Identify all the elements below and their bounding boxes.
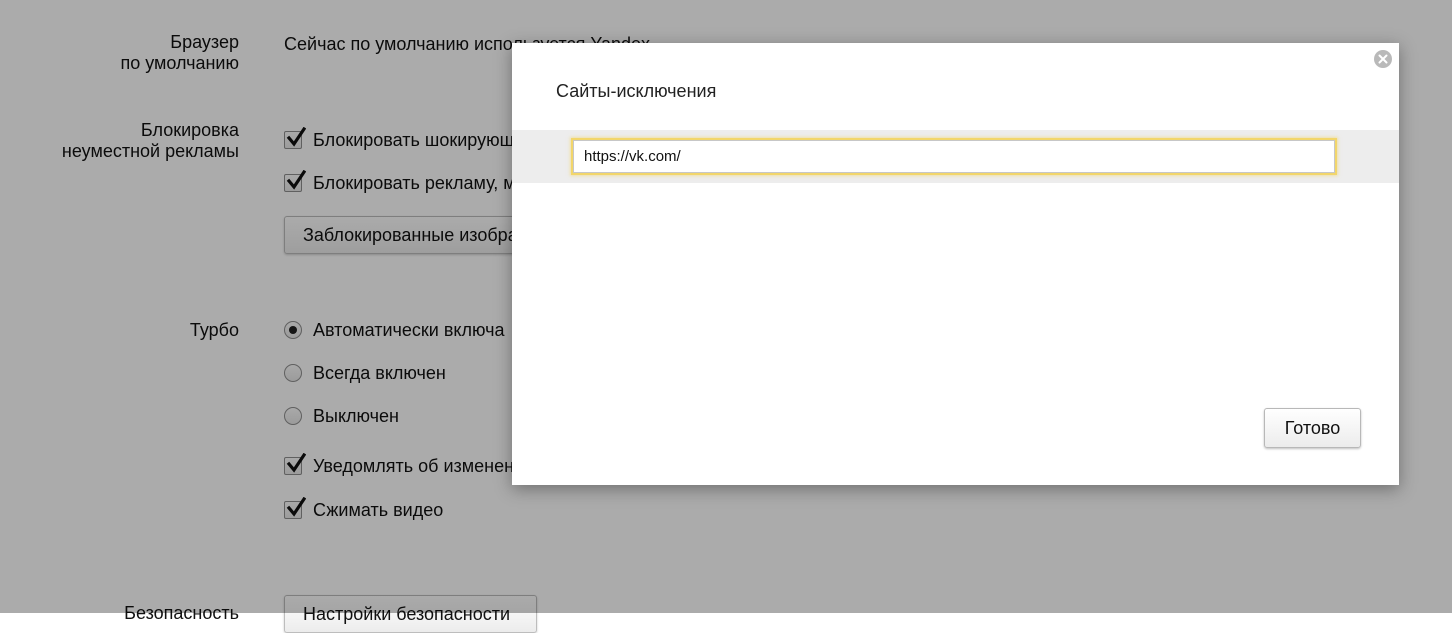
- dialog-title: Сайты-исключения: [556, 81, 717, 101]
- exceptions-dialog: Сайты-исключения Готово: [512, 43, 1399, 485]
- close-icon[interactable]: [1374, 50, 1392, 68]
- close-x-glyph: [1378, 54, 1388, 64]
- done-button[interactable]: Готово: [1264, 408, 1361, 448]
- exception-list-row: [512, 130, 1399, 183]
- exception-url-input[interactable]: [573, 140, 1335, 173]
